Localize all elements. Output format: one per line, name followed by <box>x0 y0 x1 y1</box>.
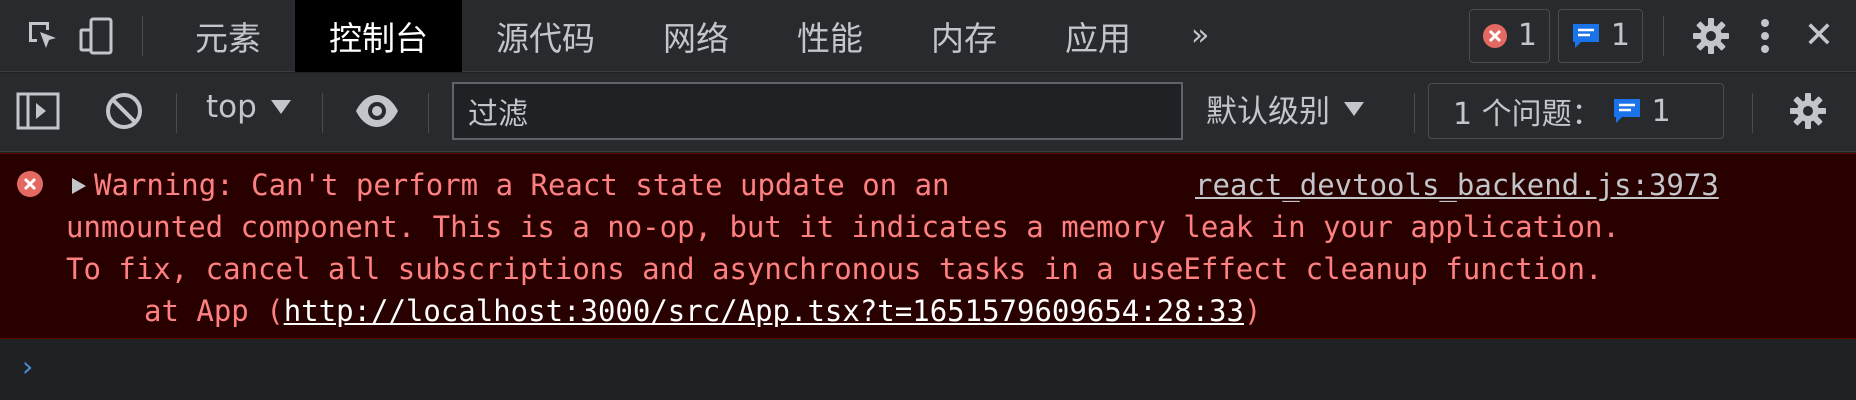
divider <box>1414 93 1415 133</box>
inspect-element-icon[interactable] <box>16 0 70 72</box>
issues-count: 1 <box>1651 93 1671 129</box>
console-error-message: Warning: Can't perform a React state upd… <box>0 153 1856 339</box>
message-icon <box>1613 99 1640 123</box>
source-location-link[interactable]: react_devtools_backend.js:3973 <box>1195 164 1719 206</box>
more-options-icon[interactable] <box>1738 0 1792 72</box>
filter-input[interactable]: 过滤 <box>452 82 1183 140</box>
dropdown-arrow-icon <box>270 100 291 114</box>
stack-url-link[interactable]: http://localhost:3000/src/App.tsx?t=1651… <box>284 294 1244 328</box>
divider <box>142 15 143 56</box>
divider <box>322 93 323 133</box>
error-count-badge[interactable]: 1 <box>1468 8 1550 63</box>
clear-console-icon[interactable] <box>104 91 144 135</box>
expand-triangle-icon[interactable] <box>72 178 86 194</box>
console-settings-gear-icon[interactable] <box>1788 91 1828 135</box>
error-text-line1: Warning: Can't perform a React state upd… <box>94 168 950 202</box>
tab-memory[interactable]: 内存 <box>897 0 1031 72</box>
sidebar-toggle-icon[interactable] <box>16 91 60 135</box>
error-icon <box>17 171 43 197</box>
close-devtools-button[interactable]: ✕ <box>1792 0 1846 72</box>
tab-application[interactable]: 应用 <box>1031 0 1165 72</box>
message-count: 1 <box>1610 18 1630 53</box>
message-count-badge[interactable]: 1 <box>1557 8 1643 63</box>
error-icon <box>1482 23 1507 48</box>
tab-performance[interactable]: 性能 <box>763 0 897 72</box>
divider <box>1663 15 1664 56</box>
divider <box>428 93 429 133</box>
devtools-tabbar: 元素 控制台 源代码 网络 性能 内存 应用 » 1 1 ✕ <box>0 0 1856 72</box>
tab-network[interactable]: 网络 <box>629 0 763 72</box>
live-expression-eye-icon[interactable] <box>354 93 400 133</box>
error-text-line3: To fix, cancel all subscriptions and asy… <box>66 252 1603 286</box>
tab-elements[interactable]: 元素 <box>161 0 295 72</box>
message-icon <box>1572 23 1599 48</box>
dropdown-arrow-icon <box>1344 101 1364 116</box>
stack-prefix: at App ( <box>144 294 284 328</box>
log-levels-dropdown[interactable]: 默认级别 <box>1206 86 1364 131</box>
console-prompt-caret[interactable]: › <box>22 350 33 383</box>
stack-trace-line: at App (http://localhost:3000/src/App.ts… <box>144 290 1261 332</box>
error-count: 1 <box>1517 18 1537 53</box>
settings-gear-icon[interactable] <box>1684 0 1738 72</box>
context-selector[interactable]: top <box>206 89 291 125</box>
issues-label: 1 个问题： <box>1453 97 1602 132</box>
context-label: top <box>206 89 257 125</box>
divider <box>176 93 177 133</box>
console-toolbar: top 过滤 默认级别 1 个问题： 1 <box>0 73 1856 152</box>
issues-button[interactable]: 1 个问题： 1 <box>1428 83 1724 139</box>
tab-console[interactable]: 控制台 <box>295 0 462 72</box>
error-text-line2: unmounted component. This is a no-op, bu… <box>66 210 1620 244</box>
divider <box>1752 93 1753 133</box>
tab-sources[interactable]: 源代码 <box>462 0 629 72</box>
device-toolbar-icon[interactable] <box>70 0 124 72</box>
stack-suffix: ) <box>1243 294 1262 328</box>
log-levels-label: 默认级别 <box>1206 94 1330 130</box>
more-tabs-button[interactable]: » <box>1165 18 1235 53</box>
